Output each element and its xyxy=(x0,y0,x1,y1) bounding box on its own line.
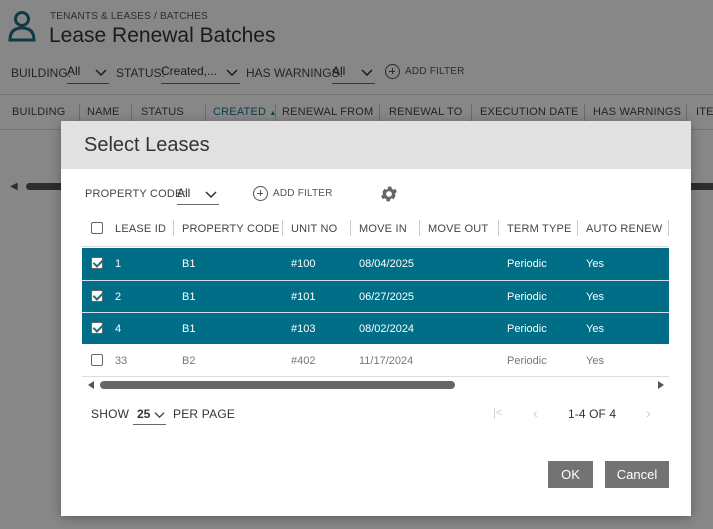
scrollbar-thumb[interactable] xyxy=(100,381,455,389)
column-move-in[interactable]: MOVE IN xyxy=(359,223,407,235)
page-size-value: 25 xyxy=(137,407,151,421)
modal-add-filter-button[interactable]: ADD FILTER xyxy=(253,186,333,201)
auto-renew-cell: Yes xyxy=(586,355,604,367)
column-divider xyxy=(419,220,420,236)
property-code-filter-label: PROPERTY CODE: xyxy=(85,188,186,200)
leases-table-header: LEASE ID PROPERTY CODE UNIT NO MOVE IN M… xyxy=(82,210,669,247)
unit-no-cell: #103 xyxy=(291,323,316,335)
lease-id-cell: 2 xyxy=(115,291,122,303)
column-divider xyxy=(350,220,351,236)
table-row[interactable]: 2 B1 #101 06/27/2025 Periodic Yes xyxy=(82,280,669,312)
term-type-cell: Periodic xyxy=(507,323,547,335)
column-move-out[interactable]: MOVE OUT xyxy=(428,223,488,235)
ok-button[interactable]: OK xyxy=(548,461,593,488)
show-label: SHOW xyxy=(91,407,130,421)
prev-page-icon[interactable]: ‹ xyxy=(533,405,538,421)
auto-renew-cell: Yes xyxy=(586,291,604,303)
chevron-down-icon xyxy=(205,191,217,199)
first-page-icon[interactable]: |< xyxy=(493,407,502,419)
select-all-checkbox[interactable] xyxy=(91,222,103,234)
cancel-button[interactable]: Cancel xyxy=(605,461,669,488)
page-size-select[interactable]: 25 xyxy=(133,405,166,425)
table-row[interactable]: 33 B2 #402 11/17/2024 Periodic Yes xyxy=(82,345,669,377)
column-divider xyxy=(577,220,578,236)
term-type-cell: Periodic xyxy=(507,258,547,270)
table-row[interactable]: 4 B1 #103 08/02/2024 Periodic Yes xyxy=(82,312,669,344)
select-leases-dialog: Select Leases PROPERTY CODE: All ADD FIL… xyxy=(61,121,691,516)
row-checkbox[interactable] xyxy=(91,322,103,334)
column-lease-id[interactable]: LEASE ID xyxy=(115,223,166,235)
modal-add-filter-label: ADD FILTER xyxy=(273,188,333,199)
per-page-label: PER PAGE xyxy=(173,407,236,421)
scroll-left-icon[interactable] xyxy=(88,381,94,389)
move-in-cell: 08/02/2024 xyxy=(359,323,415,335)
lease-id-cell: 33 xyxy=(115,355,128,367)
auto-renew-cell: Yes xyxy=(586,258,604,270)
property-code-cell: B1 xyxy=(182,323,196,335)
unit-no-cell: #101 xyxy=(291,291,316,303)
pagination: SHOW 25 PER PAGE |< ‹ 1-4 OF 4 › xyxy=(91,405,661,429)
horizontal-scrollbar[interactable] xyxy=(82,379,669,393)
property-code-select[interactable]: All xyxy=(177,185,219,205)
lease-id-cell: 4 xyxy=(115,323,122,335)
term-type-cell: Periodic xyxy=(507,291,547,303)
unit-no-cell: #402 xyxy=(291,355,316,367)
leases-table: LEASE ID PROPERTY CODE UNIT NO MOVE IN M… xyxy=(82,210,669,380)
row-checkbox[interactable] xyxy=(91,290,103,302)
term-type-cell: Periodic xyxy=(507,355,547,367)
property-code-cell: B1 xyxy=(182,258,196,270)
dialog-title: Select Leases xyxy=(84,134,210,156)
column-property-code[interactable]: PROPERTY CODE xyxy=(182,223,280,235)
chevron-down-icon xyxy=(154,412,165,419)
move-in-cell: 11/17/2024 xyxy=(359,355,414,367)
column-auto-renew[interactable]: AUTO RENEW xyxy=(586,223,662,235)
next-page-icon[interactable]: › xyxy=(646,405,651,421)
column-unit-no[interactable]: UNIT NO xyxy=(291,223,337,235)
unit-no-cell: #100 xyxy=(291,258,316,270)
dialog-header: Select Leases xyxy=(61,121,691,169)
column-divider xyxy=(282,220,283,236)
scroll-right-icon[interactable] xyxy=(658,381,664,389)
property-code-value: All xyxy=(177,186,191,200)
plus-circle-icon xyxy=(253,186,268,201)
table-row[interactable]: 1 B1 #100 08/04/2025 Periodic Yes xyxy=(82,248,669,280)
row-checkbox[interactable] xyxy=(91,257,103,269)
column-divider xyxy=(498,220,499,236)
column-divider xyxy=(173,220,174,236)
gear-icon[interactable] xyxy=(379,184,399,204)
column-divider xyxy=(668,220,669,236)
lease-id-cell: 1 xyxy=(115,258,122,270)
property-code-cell: B1 xyxy=(182,291,196,303)
row-checkbox[interactable] xyxy=(91,354,103,366)
move-in-cell: 08/04/2025 xyxy=(359,258,415,270)
property-code-cell: B2 xyxy=(182,355,196,367)
page-range: 1-4 OF 4 xyxy=(568,407,617,421)
column-term-type[interactable]: TERM TYPE xyxy=(507,223,572,235)
auto-renew-cell: Yes xyxy=(586,323,604,335)
move-in-cell: 06/27/2025 xyxy=(359,291,415,303)
